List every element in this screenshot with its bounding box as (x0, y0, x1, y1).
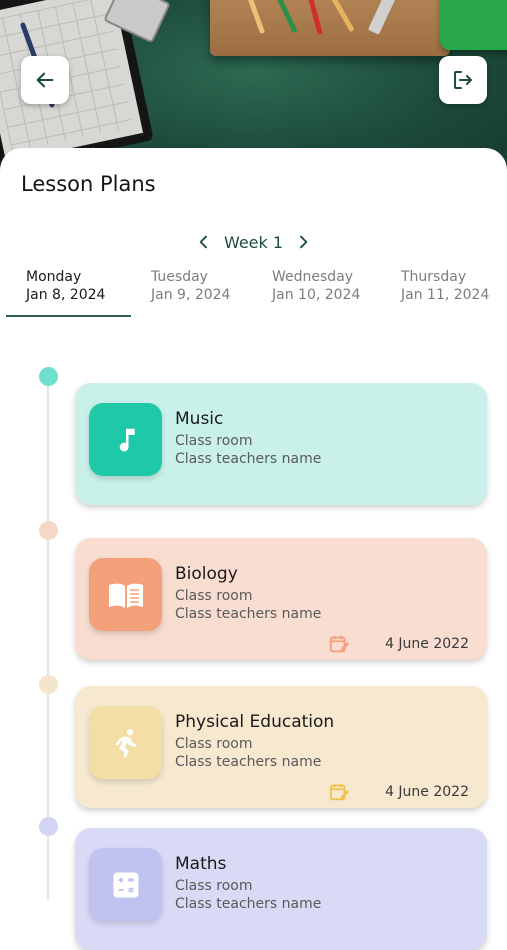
lesson-icon-box (89, 403, 162, 476)
logout-button[interactable] (439, 56, 487, 104)
tab-thursday[interactable]: Thursday Jan 11, 2024 (401, 268, 507, 318)
lesson-room: Class room (175, 878, 253, 894)
calendar-edit-icon[interactable] (328, 633, 350, 655)
day-tabs: Monday Jan 8, 2024 Tuesday Jan 9, 2024 W… (0, 268, 507, 318)
week-label: Week 1 (223, 232, 284, 252)
green-box-illustration (440, 0, 507, 50)
next-week-button[interactable] (293, 232, 313, 252)
lesson-teacher: Class teachers name (175, 896, 322, 912)
lesson-card-maths[interactable]: Maths Class room Class teachers name (75, 828, 487, 950)
timeline-dot (39, 675, 58, 694)
lesson-card-physical-education[interactable]: Physical Education Class room Class teac… (75, 686, 487, 808)
lesson-card-music[interactable]: Music Class room Class teachers name (75, 383, 487, 505)
running-icon (114, 728, 137, 758)
lesson-subject: Physical Education (175, 712, 335, 732)
back-button[interactable] (21, 56, 69, 104)
lesson-date: 4 June 2022 (385, 784, 469, 800)
tab-monday[interactable]: Monday Jan 8, 2024 (6, 268, 151, 318)
lesson-room: Class room (175, 736, 253, 752)
lesson-subject: Biology (175, 564, 238, 584)
tab-tuesday[interactable]: Tuesday Jan 9, 2024 (151, 268, 276, 318)
calculator-icon (113, 872, 138, 897)
prev-week-button[interactable] (194, 232, 214, 252)
day-date: Jan 8, 2024 (26, 287, 106, 303)
week-selector: Week 1 (0, 232, 507, 252)
lesson-date: 4 June 2022 (385, 636, 469, 652)
day-name: Thursday (401, 269, 467, 285)
music-note-icon (119, 428, 135, 451)
day-date: Jan 11, 2024 (401, 287, 490, 303)
timeline-dot (39, 817, 58, 836)
chevron-right-icon (300, 235, 308, 249)
book-icon (108, 583, 143, 608)
tab-wednesday[interactable]: Wednesday Jan 10, 2024 (272, 268, 397, 318)
lesson-icon-box (89, 706, 162, 779)
lesson-room: Class room (175, 588, 253, 604)
calendar-edit-icon[interactable] (328, 781, 350, 803)
timeline-dot (39, 367, 58, 386)
timeline-dot (39, 521, 58, 540)
day-name: Wednesday (272, 269, 354, 285)
lesson-subject: Music (175, 409, 224, 429)
pencil-tray-illustration (210, 0, 450, 56)
lesson-subject: Maths (175, 854, 227, 874)
lesson-teacher: Class teachers name (175, 606, 322, 622)
day-name: Tuesday (151, 269, 208, 285)
day-name: Monday (26, 269, 82, 285)
lesson-teacher: Class teachers name (175, 451, 322, 467)
day-date: Jan 9, 2024 (151, 287, 231, 303)
arrow-left-icon (36, 72, 54, 88)
logout-icon (454, 71, 472, 89)
lesson-card-biology[interactable]: Biology Class room Class teachers name 4… (75, 538, 487, 660)
lesson-icon-box (89, 558, 162, 631)
lesson-room: Class room (175, 433, 253, 449)
lesson-icon-box (89, 848, 162, 921)
page-title: Lesson Plans (21, 172, 156, 196)
day-date: Jan 10, 2024 (272, 287, 361, 303)
chevron-left-icon (199, 235, 207, 249)
lesson-teacher: Class teachers name (175, 754, 322, 770)
